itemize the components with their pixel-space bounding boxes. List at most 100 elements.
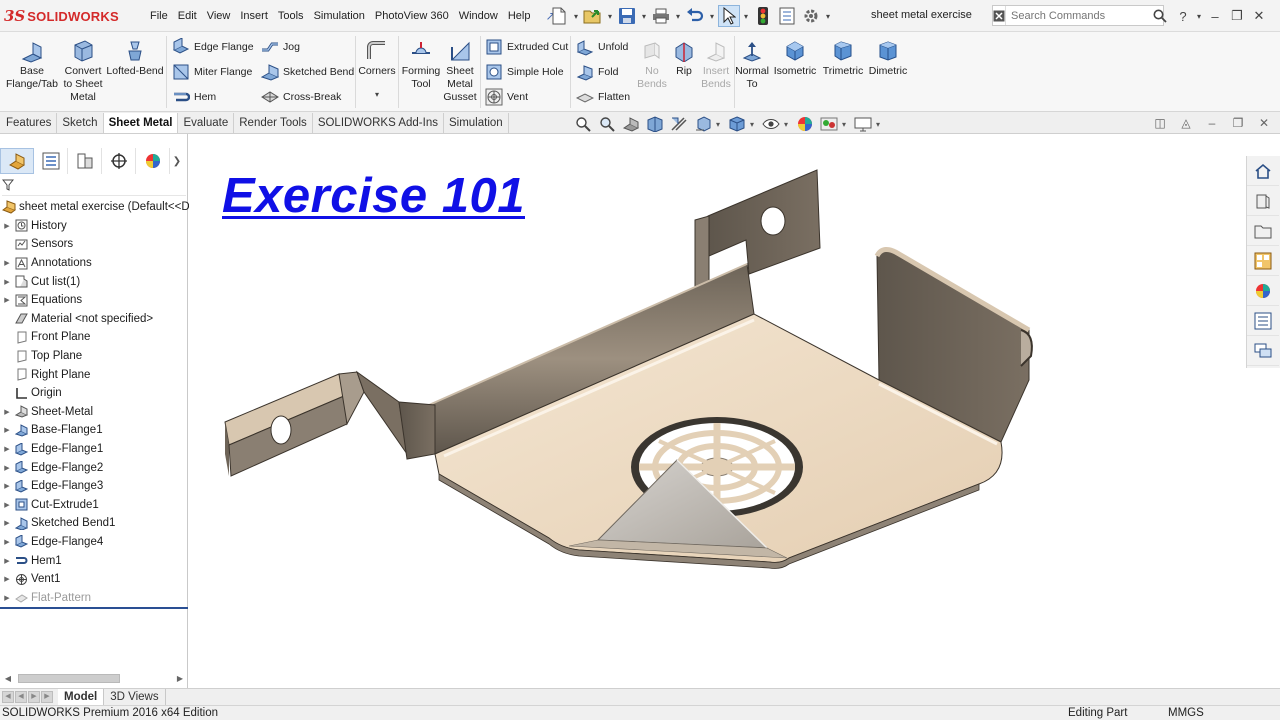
hide-show-dropdown-icon[interactable]: ▾ [784,120,792,129]
apply-scene-icon[interactable] [818,114,840,134]
insert-bends-button[interactable]: Insert Bends [698,38,734,91]
print-icon[interactable] [650,5,672,27]
tree-item-cut-list[interactable]: ▶ Cut list(1) [0,272,188,291]
tile-right-icon[interactable]: ◬ [1176,116,1196,130]
trimetric-view-button[interactable]: Trimetric [820,38,866,78]
tree-item-edge-flange[interactable]: ▶ Edge-Flange4 [0,533,188,552]
expand-arrow-icon[interactable]: ▶ [0,519,14,527]
expand-arrow-icon[interactable]: ▶ [0,482,14,490]
minimize-icon[interactable]: – [1204,9,1226,24]
flatten-button[interactable]: Flatten [575,87,630,107]
corners-button[interactable]: Corners ▾ [358,38,396,101]
view-palette-icon[interactable] [1247,246,1279,276]
section-view-icon[interactable] [644,114,666,134]
menu-simulation[interactable]: Simulation [309,8,370,24]
simple-hole-button[interactable]: Simple Hole [484,62,564,82]
dimetric-view-button[interactable]: Dimetric [866,38,910,78]
menu-window[interactable]: Window [454,8,503,24]
dynamic-annotation-icon[interactable] [668,114,690,134]
miter-flange-button[interactable]: Miter Flange [171,62,252,82]
tree-item-vent[interactable]: ▶ Vent1 [0,570,188,589]
tree-item-edge-flange[interactable]: ▶ Edge-Flange1 [0,440,188,459]
hide-show-items-icon[interactable] [760,114,782,134]
tree-item-plane[interactable]: Top Plane [0,347,188,366]
tree-item-plane[interactable]: Front Plane [0,328,188,347]
expand-arrow-icon[interactable]: ▶ [0,259,14,267]
corners-dropdown-icon[interactable]: ▾ [375,88,379,101]
tab-sheet-metal[interactable]: Sheet Metal [103,113,179,133]
configurationmanager-icon[interactable] [68,148,102,174]
isometric-view-button[interactable]: Isometric [772,38,818,78]
close-icon[interactable]: ✕ [1248,8,1270,24]
convert-to-sheet-metal-button[interactable]: Convert to Sheet Metal [60,38,106,104]
help-icon[interactable]: ? [1172,9,1194,24]
fold-button[interactable]: Fold [575,62,618,82]
expand-arrow-icon[interactable]: ▶ [0,445,14,453]
tab-simulation[interactable]: Simulation [443,113,509,133]
dimxpertmanager-icon[interactable] [102,148,136,174]
tree-item-sensors[interactable]: Sensors [0,235,188,254]
apply-scene-dropdown-icon[interactable]: ▾ [842,120,850,129]
search-icon[interactable] [1153,9,1167,23]
expand-arrow-icon[interactable]: ▶ [0,464,14,472]
tab-3d-views[interactable]: 3D Views [104,689,166,705]
tree-item-equations[interactable]: ▶ Equations [0,291,188,310]
view-orientation-icon[interactable] [692,114,714,134]
previous-view-icon[interactable] [620,114,642,134]
featuremanager-tree-icon[interactable] [0,148,34,174]
open-dropdown-icon[interactable]: ▾ [606,12,614,21]
expand-arrow-icon[interactable]: ▶ [0,278,14,286]
expand-arrow-icon[interactable]: ▶ [0,222,14,230]
menu-photoview[interactable]: PhotoView 360 [370,8,454,24]
no-bends-button[interactable]: No Bends [634,38,670,91]
expand-arrow-icon[interactable]: ▶ [0,426,14,434]
tree-root-part[interactable]: sheet metal exercise (Default<<D [0,198,190,217]
tab-render-tools[interactable]: Render Tools [234,113,313,133]
file-properties-icon[interactable] [776,5,798,27]
custom-properties-icon[interactable] [1247,306,1279,336]
rollback-bar[interactable] [0,607,188,609]
save-icon[interactable] [616,5,638,27]
tab-model[interactable]: Model [58,689,105,705]
save-dropdown-icon[interactable]: ▾ [640,12,648,21]
hem-button[interactable]: Hem [171,87,216,107]
tree-item-plane[interactable]: Right Plane [0,365,188,384]
tab-features[interactable]: Features [1,113,58,133]
tree-horizontal-scrollbar[interactable]: ◀ ▶ [2,672,186,684]
display-style-icon[interactable] [726,114,748,134]
scroll-left-icon[interactable]: ◀ [2,674,14,683]
viewport-restore-icon[interactable]: ❐ [1228,116,1248,130]
appearances-scenes-icon[interactable] [1247,276,1279,306]
solidworks-resources-icon[interactable] [1247,156,1279,186]
next-tab-icon[interactable]: ▶ [28,691,40,703]
view-settings-dropdown-icon[interactable]: ▾ [876,120,884,129]
tree-item-edge-flange[interactable]: ▶ Edge-Flange3 [0,477,188,496]
menu-view[interactable]: View [202,8,236,24]
filter-icon[interactable] [1,179,15,194]
undo-icon[interactable] [684,5,706,27]
zoom-to-fit-icon[interactable] [572,114,594,134]
tree-item-annotations[interactable]: ▶ Annotations [0,254,188,273]
menu-edit[interactable]: Edit [173,8,202,24]
tree-filter[interactable] [1,178,186,196]
file-explorer-icon[interactable] [1247,216,1279,246]
sheet-metal-gusset-button[interactable]: Sheet Metal Gusset [440,38,480,104]
displaymanager-icon[interactable] [136,148,170,174]
expand-arrow-icon[interactable]: ▶ [0,557,14,565]
graphics-area[interactable]: Exercise 101 [189,134,1246,688]
view-orientation-dropdown-icon[interactable]: ▾ [716,120,724,129]
forum-icon[interactable] [1247,336,1279,366]
scroll-thumb[interactable] [18,673,120,683]
expand-arrow-icon[interactable]: ▶ [0,296,14,304]
solidworks-logo[interactable]: 3S SOLIDWORKS [4,6,119,26]
tree-item-sketched-bend[interactable]: ▶ Sketched Bend1 [0,514,188,533]
sheet-metal-part-model[interactable] [189,134,1246,688]
status-units[interactable]: MMGS [1168,706,1204,720]
tab-evaluate[interactable]: Evaluate [178,113,235,133]
options-dropdown-icon[interactable]: ▾ [824,12,832,21]
last-tab-icon[interactable]: ▶ [41,691,53,703]
expand-arrow-icon[interactable]: ▶ [0,408,14,416]
rebuild-icon[interactable] [752,5,774,27]
view-settings-icon[interactable] [852,114,874,134]
menu-tools[interactable]: Tools [273,8,309,24]
